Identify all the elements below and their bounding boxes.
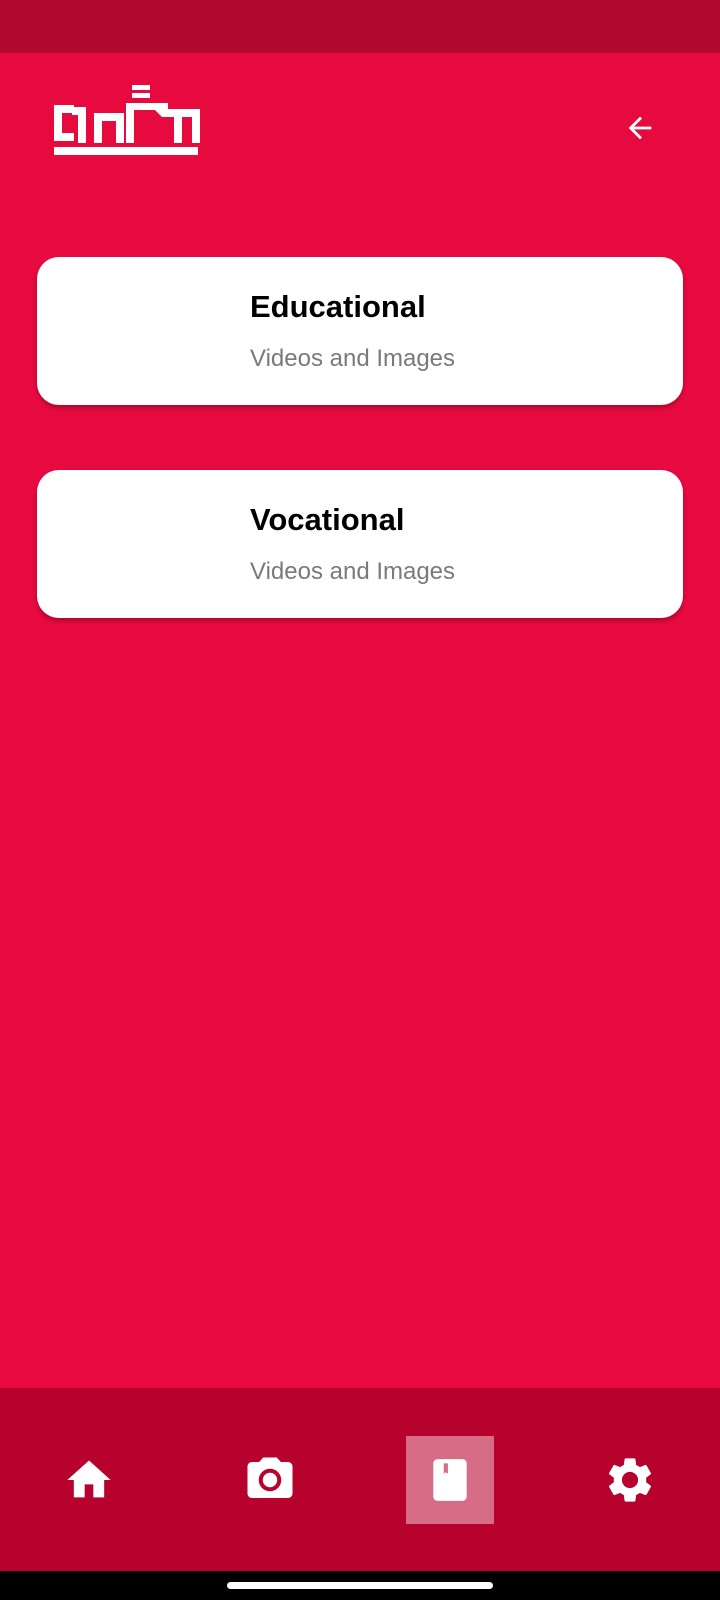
home-icon: [67, 1460, 111, 1498]
system-navigation-bar: [0, 1571, 720, 1600]
status-bar: [0, 0, 720, 53]
card-title: Vocational: [250, 502, 405, 537]
nav-settings-button[interactable]: [586, 1436, 674, 1524]
card-title: Educational: [250, 289, 426, 324]
book-icon: [433, 1459, 467, 1501]
nav-home-button[interactable]: [45, 1436, 133, 1524]
bottom-nav: [0, 1388, 720, 1571]
card-subtitle: Videos and Images: [250, 345, 456, 372]
vocational-card[interactable]: Vocational Videos and Images: [37, 470, 683, 618]
app-logo: [50, 85, 210, 165]
nav-library-button[interactable]: [406, 1436, 494, 1524]
educational-card[interactable]: Educational Videos and Images: [37, 257, 683, 405]
settings-icon: [608, 1458, 652, 1502]
nav-camera-button[interactable]: [226, 1436, 314, 1524]
camera-icon: [247, 1457, 293, 1498]
home-indicator[interactable]: [227, 1582, 493, 1589]
card-subtitle: Videos and Images: [250, 558, 456, 585]
back-button[interactable]: [616, 104, 664, 152]
arrow-left-icon: [628, 116, 652, 140]
